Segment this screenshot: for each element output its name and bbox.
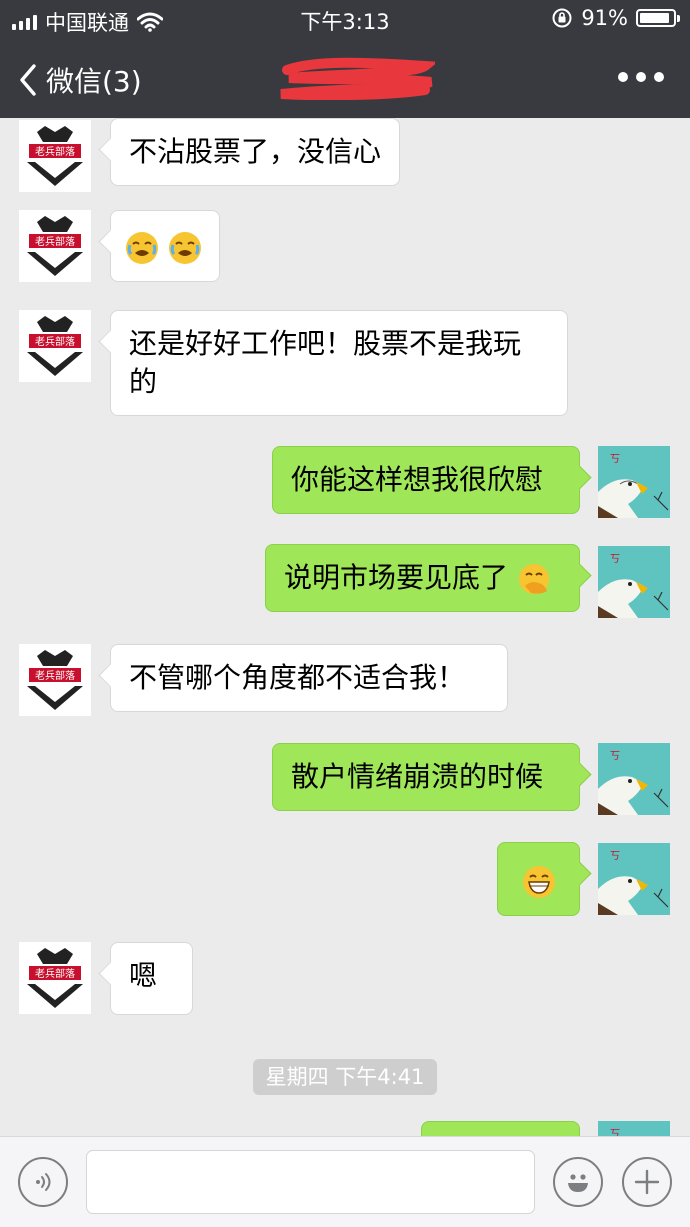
avatar[interactable]: 丂 <box>598 446 670 518</box>
voice-input-button[interactable] <box>18 1157 68 1207</box>
avatar[interactable]: 老兵部落 <box>19 310 91 382</box>
message-bubble[interactable] <box>421 1121 580 1136</box>
more-actions-button[interactable] <box>622 1157 672 1207</box>
svg-text:丂: 丂 <box>610 554 620 565</box>
chevron-left-icon <box>20 64 36 96</box>
navigation-bar: 微信(3) <box>0 38 690 118</box>
crying-face-icon <box>126 232 158 264</box>
message-text-line: 还是好好工作吧！股票不是我玩 <box>129 327 522 360</box>
message-bubble[interactable]: 散户情绪崩溃的时候 <box>272 743 580 811</box>
message-list[interactable]: 老兵部落 不沾股票了，没信心 老兵部落 老兵部落 还是好好工作吧！股票不是我玩 … <box>0 118 690 1136</box>
avatar[interactable]: 丂 <box>598 743 670 815</box>
svg-text:丂: 丂 <box>610 1129 620 1136</box>
avatar[interactable]: 老兵部落 <box>19 120 91 192</box>
eagle-avatar-icon: 丂 <box>598 546 670 618</box>
rotation-lock-icon <box>552 8 572 28</box>
battery-icon <box>636 9 680 27</box>
avatar[interactable]: 丂 <box>598 1121 670 1136</box>
battery-fill <box>640 13 670 23</box>
avatar[interactable]: 老兵部落 <box>19 942 91 1014</box>
message-bubble[interactable] <box>110 210 220 282</box>
grinning-face-icon <box>523 866 555 898</box>
message-text: 不沾股票了，没信心 <box>129 135 382 168</box>
eagle-avatar-icon: 丂 <box>598 446 670 518</box>
back-label: 微信(3) <box>46 65 142 98</box>
avatar[interactable]: 丂 <box>598 546 670 618</box>
eagle-avatar-icon: 丂 <box>598 843 670 915</box>
hand-over-mouth-face-icon <box>518 564 549 594</box>
message-text: 你能这样想我很欣慰 <box>291 463 544 496</box>
tribe-logo-icon: 老兵部落 <box>19 942 91 1014</box>
tribe-logo-icon: 老兵部落 <box>19 210 91 282</box>
message-text: 不管哪个角度都不适合我！ <box>129 661 466 694</box>
logo-text: 老兵部落 <box>35 335 75 348</box>
message-text-line: 的 <box>129 365 158 398</box>
timestamp-divider: 星期四 下午4:41 <box>253 1059 437 1095</box>
chat-screen: 中国联通 下午3:13 91% 微信(3) 老兵部落 不沾股票了，没信心 老兵部… <box>0 0 690 1227</box>
logo-text: 老兵部落 <box>35 967 75 980</box>
message-bubble[interactable] <box>497 842 580 916</box>
tribe-logo-icon: 老兵部落 <box>19 310 91 382</box>
avatar[interactable]: 老兵部落 <box>19 644 91 716</box>
eagle-avatar-icon: 丂 <box>598 743 670 815</box>
svg-text:丂: 丂 <box>610 751 620 762</box>
emoji-button[interactable] <box>553 1157 603 1207</box>
message-bubble[interactable]: 不管哪个角度都不适合我！ <box>110 644 508 712</box>
svg-text:丂: 丂 <box>610 454 620 465</box>
smiley-icon <box>568 1174 588 1192</box>
message-bubble[interactable]: 说明市场要见底了 <box>265 544 580 612</box>
status-bar: 中国联通 下午3:13 91% <box>0 0 690 38</box>
chat-title <box>275 56 435 100</box>
message-bubble[interactable]: 不沾股票了，没信心 <box>110 118 401 186</box>
avatar[interactable]: 丂 <box>598 843 670 915</box>
message-input[interactable] <box>86 1150 535 1214</box>
eagle-avatar-icon: 丂 <box>598 1121 670 1136</box>
tribe-logo-icon: 老兵部落 <box>19 120 91 192</box>
back-button[interactable]: 微信(3) <box>16 60 142 100</box>
voice-wave-icon <box>36 1173 51 1191</box>
message-bubble[interactable]: 嗯 <box>110 942 193 1015</box>
status-right: 91% <box>551 6 680 30</box>
redaction-scribble <box>280 57 435 100</box>
message-text: 散户情绪崩溃的时候 <box>291 760 544 793</box>
plus-icon <box>634 1169 660 1195</box>
crying-face-icon <box>168 232 201 264</box>
message-bubble[interactable]: 你能这样想我很欣慰 <box>272 446 580 514</box>
tribe-logo-icon: 老兵部落 <box>19 644 91 716</box>
message-bubble[interactable]: 还是好好工作吧！股票不是我玩 的 <box>110 310 568 416</box>
message-text: 嗯 <box>129 959 158 992</box>
avatar[interactable]: 老兵部落 <box>19 210 91 282</box>
more-options-button[interactable] <box>618 72 664 82</box>
svg-text:丂: 丂 <box>610 851 620 862</box>
message-text: 说明市场要见底了 <box>284 561 509 594</box>
logo-text: 老兵部落 <box>35 235 75 248</box>
logo-text: 老兵部落 <box>35 669 75 682</box>
input-bar <box>0 1136 690 1227</box>
logo-text: 老兵部落 <box>35 145 75 158</box>
battery-percent: 91% <box>581 6 628 30</box>
